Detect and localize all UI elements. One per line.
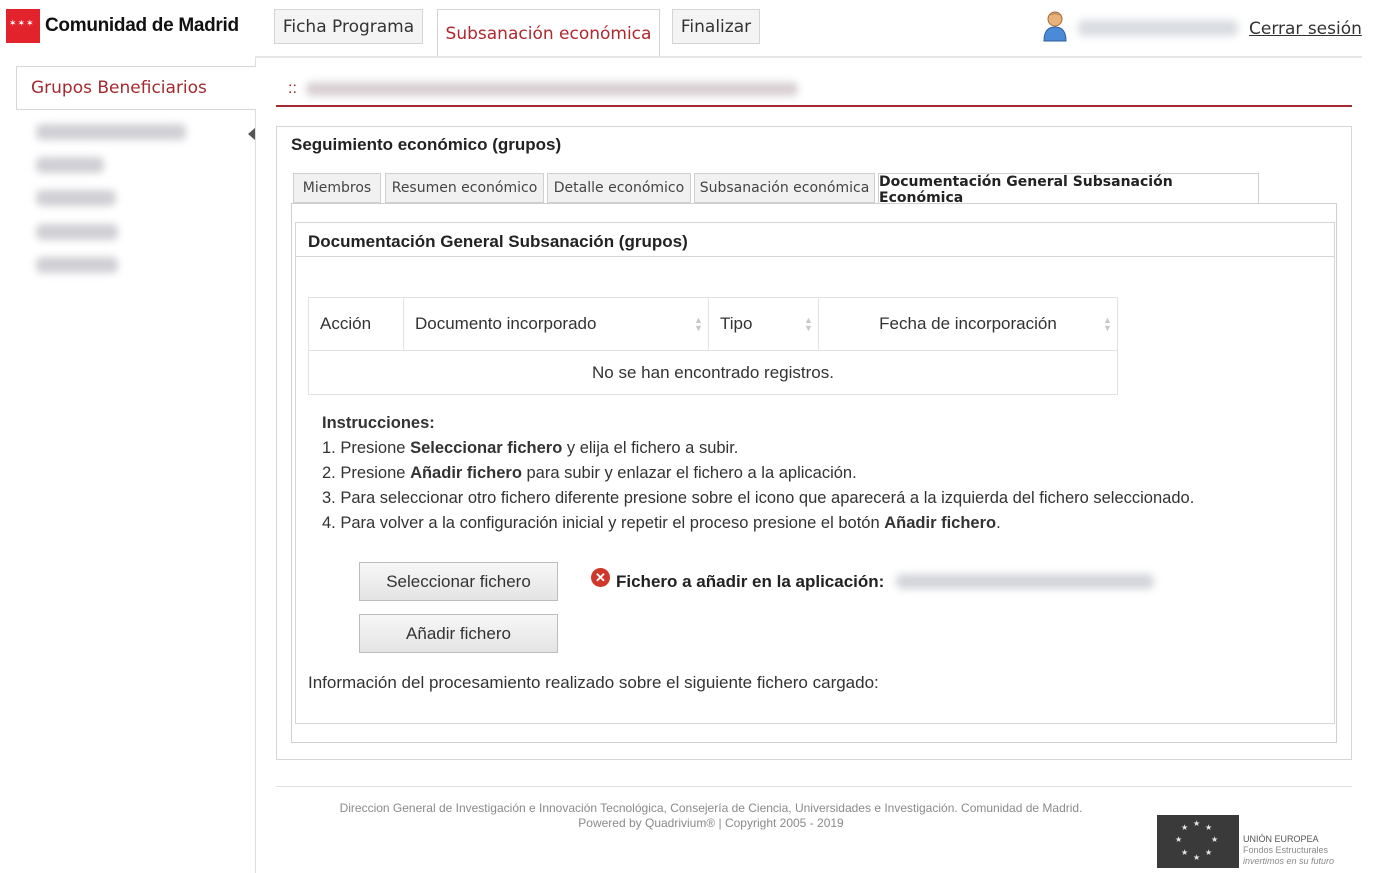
column-header-tipo[interactable]: Tipo ▲ ▼ — [708, 297, 819, 351]
breadcrumb-redacted — [306, 82, 798, 96]
file-to-add-label: Fichero a añadir en la aplicación: — [616, 572, 885, 591]
logout-link[interactable]: Cerrar sesión — [1249, 19, 1362, 39]
sort-arrows-icon[interactable]: ▲ ▼ — [694, 316, 703, 333]
footer-divider — [276, 786, 1352, 787]
footer-line-1: Direccion General de Investigación e Inn… — [339, 801, 1083, 815]
eu-funding-text: UNIÓN EUROPEA Fondos Estructurales inver… — [1243, 834, 1334, 867]
documentation-panel-title: Documentación General Subsanación (grupo… — [296, 223, 1334, 257]
instruction-step-3: 3. Para seleccionar otro fichero diferen… — [322, 489, 1195, 507]
file-name-redacted — [896, 574, 1154, 589]
footer: Direccion General de Investigación e Inn… — [276, 801, 1146, 831]
sort-arrows-icon[interactable]: ▲ ▼ — [804, 316, 813, 333]
sidebar-item-redacted[interactable] — [36, 124, 186, 140]
user-name-redacted — [1078, 20, 1238, 36]
empty-message: No se han encontrado registros. — [308, 350, 1118, 395]
sidebar-title[interactable]: Grupos Beneficiarios — [16, 66, 256, 110]
sidebar-item-redacted[interactable] — [36, 157, 104, 173]
tab-ficha-programa[interactable]: Ficha Programa — [274, 9, 423, 44]
logo-text: Comunidad de Madrid — [45, 15, 239, 36]
user-icon — [1043, 11, 1067, 42]
tab-resumen-economico[interactable]: Resumen económico — [385, 173, 544, 203]
tab-subsanacion-economica[interactable]: Subsanación económica — [437, 9, 660, 57]
sidebar: Grupos Beneficiarios — [0, 58, 256, 873]
tab-content: Documentación General Subsanación (grupo… — [291, 203, 1337, 743]
select-file-button[interactable]: Seleccionar fichero — [359, 562, 558, 601]
sidebar-item-redacted[interactable] — [36, 224, 118, 240]
add-file-button[interactable]: Añadir fichero — [359, 614, 558, 653]
tab-documentacion-general[interactable]: Documentación General Subsanación Económ… — [878, 173, 1259, 206]
tab-finalizar[interactable]: Finalizar — [672, 9, 760, 44]
economic-tracking-panel: Seguimiento económico (grupos) Miembros … — [276, 126, 1352, 760]
tab-miembros[interactable]: Miembros — [293, 173, 381, 203]
documentation-panel: Documentación General Subsanación (grupo… — [295, 222, 1335, 724]
header-divider — [255, 56, 1362, 58]
eu-line-1: UNIÓN EUROPEA — [1243, 834, 1319, 844]
error-remove-icon[interactable]: ✕ — [591, 568, 610, 587]
tab-subsanacion-economica-inner[interactable]: Subsanación económica — [694, 173, 875, 203]
processing-info: Información del procesamiento realizado … — [308, 673, 879, 692]
tab-detalle-economico[interactable]: Detalle económico — [547, 173, 691, 203]
panel-title: Seguimiento económico (grupos) — [291, 135, 562, 154]
column-header-fecha[interactable]: Fecha de incorporación ▲ ▼ — [818, 297, 1118, 351]
instruction-step-2: 2. Presione Añadir fichero para subir y … — [322, 464, 857, 482]
madrid-flag-icon: ✶✶✶ — [6, 9, 40, 43]
breadcrumb-prefix: :: — [288, 80, 297, 97]
documents-table: Acción Documento incorporado ▲ ▼ Tipo ▲ ▼ Fe… — [308, 297, 1118, 395]
eu-flag-icon: ★ ★ ★ ★ ★ ★ ★ ★ — [1157, 815, 1239, 868]
eu-line-2: Fondos Estructurales — [1243, 845, 1329, 855]
instructions-heading: Instrucciones: — [322, 414, 435, 432]
sidebar-item-redacted[interactable] — [36, 257, 118, 273]
table-row: No se han encontrado registros. — [308, 350, 1118, 395]
sort-arrows-icon[interactable]: ▲ ▼ — [1103, 316, 1112, 333]
breadcrumb-divider — [276, 105, 1352, 107]
collapse-arrow-icon[interactable] — [248, 128, 255, 140]
column-header-accion: Acción — [308, 297, 404, 351]
sidebar-item-redacted[interactable] — [36, 190, 116, 206]
eu-line-3: invertimos en su futuro — [1243, 856, 1335, 866]
instructions: Instrucciones: 1. Presione Seleccionar f… — [322, 411, 1194, 536]
logo[interactable]: ✶✶✶ Comunidad de Madrid — [6, 9, 239, 43]
footer-line-2: Powered by Quadrivium® | Copyright 2005 … — [578, 816, 844, 830]
column-header-documento[interactable]: Documento incorporado ▲ ▼ — [403, 297, 709, 351]
instruction-step-1: 1. Presione Seleccionar fichero y elija … — [322, 439, 739, 457]
instruction-step-4: 4. Para volver a la configuración inicia… — [322, 514, 1001, 532]
